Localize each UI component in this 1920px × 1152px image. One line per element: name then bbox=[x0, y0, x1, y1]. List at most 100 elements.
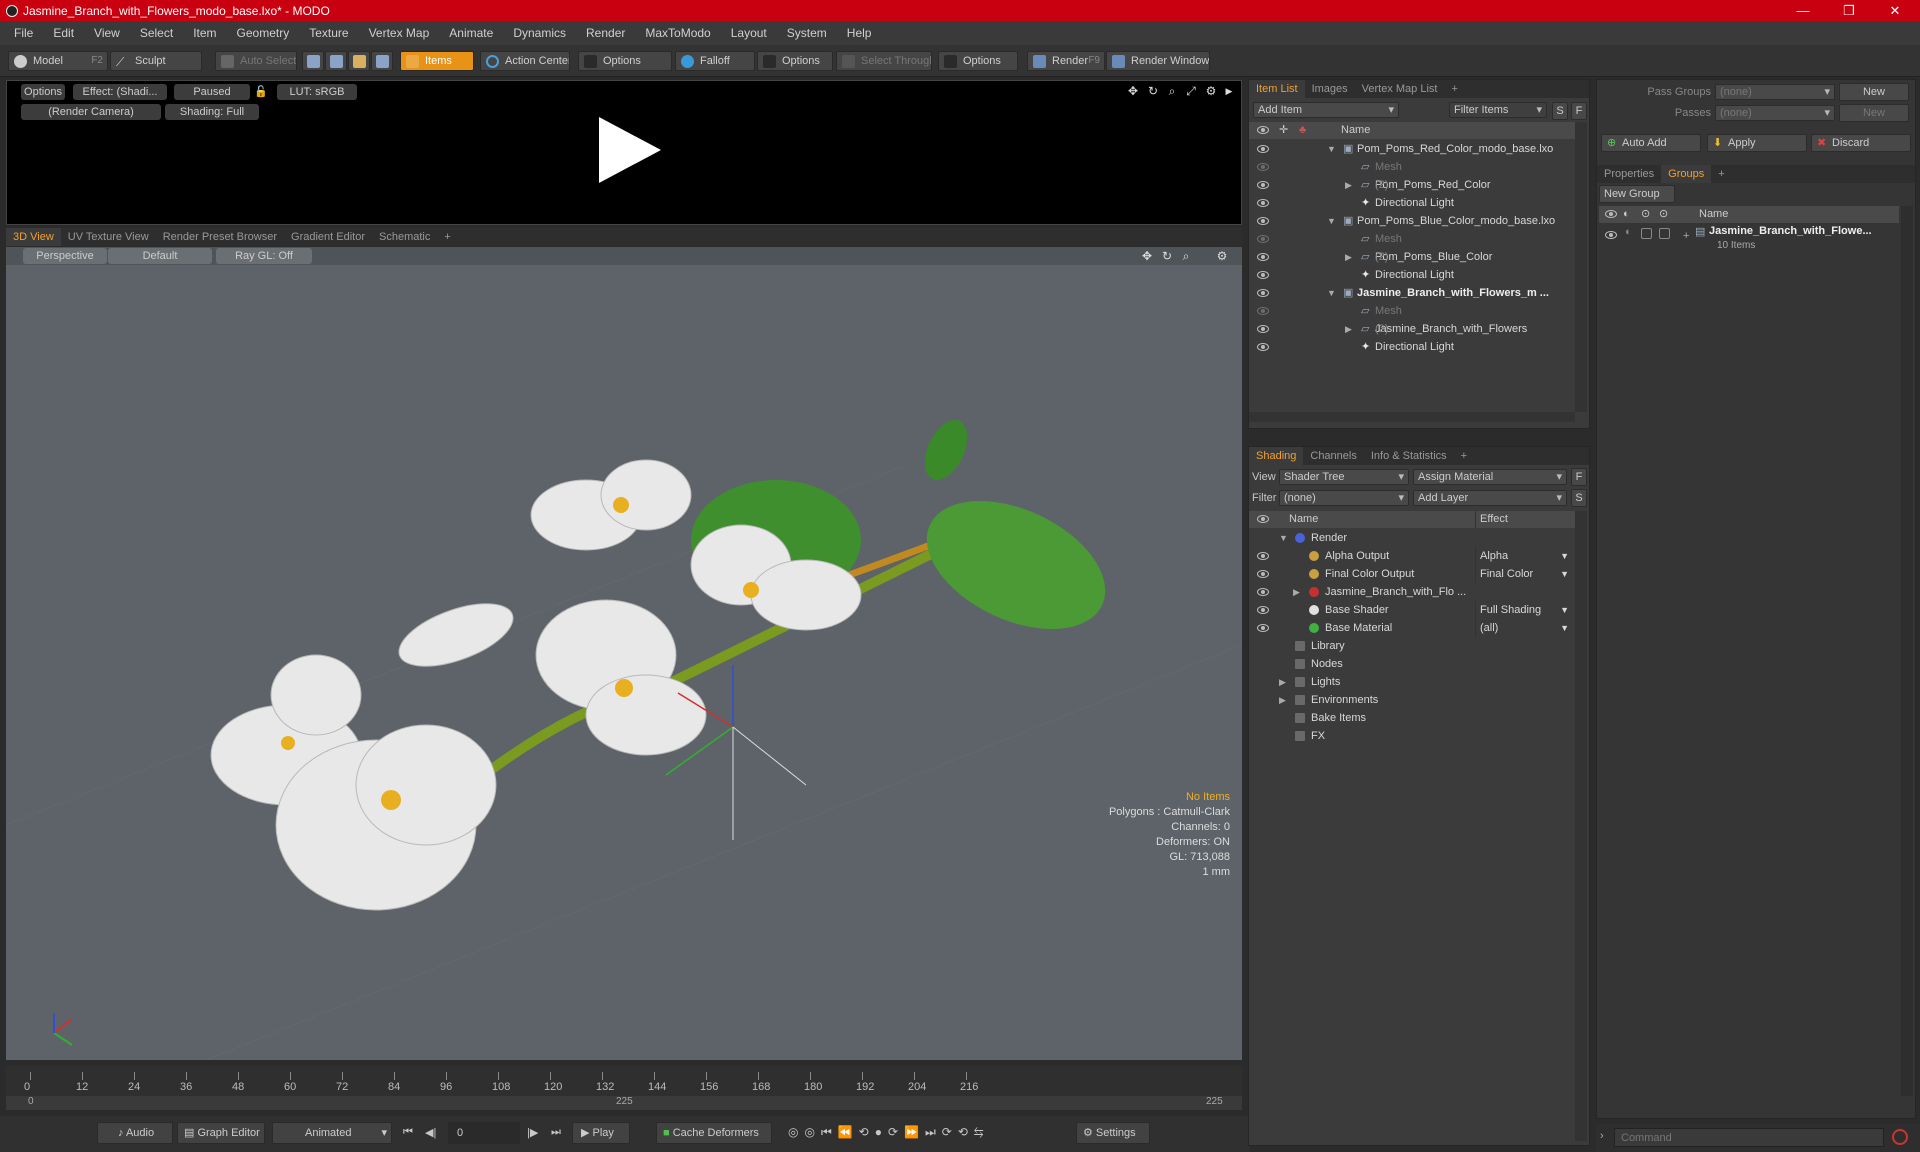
gear-icon[interactable]: ⚙ bbox=[1205, 85, 1217, 97]
shader-row[interactable]: ▶ Jasmine_Branch_with_Flo ... bbox=[1249, 583, 1575, 601]
select-options-button[interactable]: Options bbox=[938, 51, 1018, 71]
chevron-right-icon[interactable]: ▶ bbox=[1345, 320, 1352, 338]
zoom-icon[interactable]: ⌕ bbox=[1166, 85, 1178, 97]
shading-style-dropdown[interactable]: Default bbox=[108, 248, 212, 264]
edges-mode-button[interactable] bbox=[325, 51, 347, 71]
tab-schematic[interactable]: Schematic bbox=[372, 228, 437, 246]
transport-icons[interactable]: ◎◎⏮⏪⟲●⟳⏩⏭⟳⟲⇆ bbox=[788, 1125, 989, 1140]
cache-deformers-button[interactable]: ■ Cache Deformers bbox=[656, 1122, 772, 1144]
prev-key-icon[interactable]: ◀| bbox=[425, 1126, 436, 1139]
audio-button[interactable]: ♪ Audio bbox=[97, 1122, 173, 1144]
action-center-button[interactable]: Action Center bbox=[480, 51, 570, 71]
move-icon[interactable]: ✥ bbox=[1127, 85, 1139, 97]
menu-vertex-map[interactable]: Vertex Map bbox=[359, 26, 440, 40]
render-toggle-icon[interactable]: ◐ bbox=[1625, 226, 1632, 238]
items-mode-button[interactable]: Items bbox=[400, 51, 474, 71]
item-row[interactable]: ✦ Directional Light bbox=[1249, 338, 1575, 356]
effect-dropdown[interactable]: (all) ▼ bbox=[1475, 619, 1573, 637]
tab-uv-texture-view[interactable]: UV Texture View bbox=[61, 228, 156, 246]
menu-edit[interactable]: Edit bbox=[43, 26, 84, 40]
item-row[interactable]: ▱ Mesh bbox=[1249, 158, 1575, 176]
frame-field[interactable]: 0 bbox=[448, 1122, 520, 1144]
3d-viewport[interactable]: Perspective Default Ray GL: Off ✥ ↻ ⌕ ⚙ bbox=[6, 247, 1242, 1060]
group-row[interactable]: ◐ + ▤ Jasmine_Branch_with_Flowe... 10 It… bbox=[1599, 224, 1899, 258]
tab-[interactable]: + bbox=[1711, 165, 1731, 183]
menu-item[interactable]: Item bbox=[183, 26, 226, 40]
item-row[interactable]: ▶ ▱ Jasmine_Branch_with_Flowers (2) bbox=[1249, 320, 1575, 338]
assign-material-dropdown[interactable]: Assign Material bbox=[1413, 469, 1567, 485]
raygl-dropdown[interactable]: Ray GL: Off bbox=[216, 248, 312, 264]
tab-info-statistics[interactable]: Info & Statistics bbox=[1364, 447, 1454, 465]
eye-icon[interactable] bbox=[1257, 343, 1269, 351]
tab-item-list[interactable]: Item List bbox=[1249, 80, 1305, 98]
apply-button[interactable]: ⬇ Apply bbox=[1707, 134, 1807, 152]
shader-row[interactable]: Bake Items bbox=[1249, 709, 1575, 727]
shader-row[interactable]: Alpha Output Alpha ▼ bbox=[1249, 547, 1575, 565]
action-center-options-button[interactable]: Options bbox=[578, 51, 672, 71]
chevron-right-icon[interactable]: ▶ bbox=[1279, 691, 1286, 709]
close-button[interactable]: ✕ bbox=[1872, 0, 1918, 21]
command-input[interactable] bbox=[1614, 1128, 1884, 1147]
shader-row[interactable]: ▶ Environments bbox=[1249, 691, 1575, 709]
shading-f-button[interactable]: F bbox=[1571, 468, 1587, 486]
maximize-icon[interactable]: ⤢ bbox=[1185, 85, 1197, 97]
rotate-icon[interactable]: ↻ bbox=[1161, 250, 1173, 262]
chevron-right-icon[interactable]: ▶ bbox=[1279, 673, 1286, 691]
item-row[interactable]: ▼ ▣ Jasmine_Branch_with_Flowers_m ... bbox=[1249, 284, 1575, 302]
shader-tree-scrollbar[interactable] bbox=[1575, 511, 1587, 1141]
eye-icon[interactable] bbox=[1257, 624, 1269, 632]
preview-effect-dropdown[interactable]: Effect: (Shadi... bbox=[73, 84, 167, 100]
graph-editor-button[interactable]: ▤ Graph Editor bbox=[177, 1122, 265, 1144]
item-row[interactable]: ▼ ▣ Pom_Poms_Red_Color_modo_base.lxo bbox=[1249, 140, 1575, 158]
lock-icon[interactable]: 🔓 bbox=[254, 84, 266, 100]
eye-icon[interactable] bbox=[1257, 253, 1269, 261]
render-camera-dropdown[interactable]: (Render Camera) bbox=[21, 104, 161, 120]
eye-icon[interactable] bbox=[1257, 235, 1269, 243]
menu-dynamics[interactable]: Dynamics bbox=[503, 26, 576, 40]
materials-mode-button[interactable] bbox=[371, 51, 393, 71]
eye-icon[interactable] bbox=[1257, 199, 1269, 207]
model-mode-button[interactable]: Model F2 bbox=[8, 51, 108, 71]
chevron-down-icon[interactable]: ▼ bbox=[1327, 140, 1336, 158]
item-row[interactable]: ▶ ▱ Pom_Poms_Red_Color (2) bbox=[1249, 176, 1575, 194]
eye-icon[interactable] bbox=[1605, 231, 1617, 239]
menu-help[interactable]: Help bbox=[837, 26, 882, 40]
passes-dropdown[interactable]: (none) bbox=[1715, 105, 1835, 121]
eye-icon[interactable] bbox=[1257, 552, 1269, 560]
eye-icon[interactable] bbox=[1257, 307, 1269, 315]
menu-texture[interactable]: Texture bbox=[299, 26, 358, 40]
tab-properties[interactable]: Properties bbox=[1597, 165, 1661, 183]
first-frame-icon[interactable]: ⏮ bbox=[403, 1126, 413, 1139]
shader-row[interactable]: Nodes bbox=[1249, 655, 1575, 673]
perspective-dropdown[interactable]: Perspective bbox=[23, 248, 107, 264]
tab-images[interactable]: Images bbox=[1305, 80, 1355, 98]
lut-dropdown[interactable]: LUT: sRGB bbox=[277, 84, 357, 100]
play-button[interactable]: ▶ Play bbox=[572, 1122, 630, 1144]
effect-dropdown[interactable]: Alpha ▼ bbox=[1475, 547, 1573, 565]
item-row[interactable]: ✦ Directional Light bbox=[1249, 266, 1575, 284]
settings-button[interactable]: ⚙ Settings bbox=[1076, 1122, 1150, 1144]
groups-scrollbar[interactable] bbox=[1901, 206, 1913, 1096]
shading-dropdown[interactable]: Shading: Full bbox=[165, 104, 259, 120]
discard-button[interactable]: ✖ Discard bbox=[1811, 134, 1911, 152]
eye-icon[interactable] bbox=[1257, 181, 1269, 189]
menu-file[interactable]: File bbox=[4, 26, 43, 40]
auto-add-button[interactable]: ⊕ Auto Add bbox=[1601, 134, 1701, 152]
shader-row[interactable]: Base Shader Full Shading ▼ bbox=[1249, 601, 1575, 619]
chevron-down-icon[interactable]: ▼ bbox=[1327, 284, 1336, 302]
eye-icon[interactable] bbox=[1257, 606, 1269, 614]
shading-s-button[interactable]: S bbox=[1571, 489, 1587, 507]
view-dropdown[interactable]: Shader Tree bbox=[1279, 469, 1409, 485]
eye-icon[interactable] bbox=[1257, 588, 1269, 596]
new-pass-group-button[interactable]: New bbox=[1839, 83, 1909, 101]
item-row[interactable]: ▱ Mesh bbox=[1249, 302, 1575, 320]
shader-row[interactable]: Base Material (all) ▼ bbox=[1249, 619, 1575, 637]
filter-f-button[interactable]: F bbox=[1571, 102, 1587, 120]
minimize-button[interactable]: — bbox=[1780, 0, 1826, 21]
add-item-dropdown[interactable]: Add Item bbox=[1253, 102, 1399, 118]
tab-[interactable]: + bbox=[1444, 80, 1464, 98]
timeline-ruler[interactable]: 0 12 24 36 48 60 72 84 96 108 120 132 144 156 168 180 19… bbox=[6, 1066, 1242, 1096]
eye-icon[interactable] bbox=[1257, 217, 1269, 225]
chevron-right-icon[interactable]: ▶ bbox=[1293, 583, 1300, 601]
eye-icon[interactable] bbox=[1257, 325, 1269, 333]
